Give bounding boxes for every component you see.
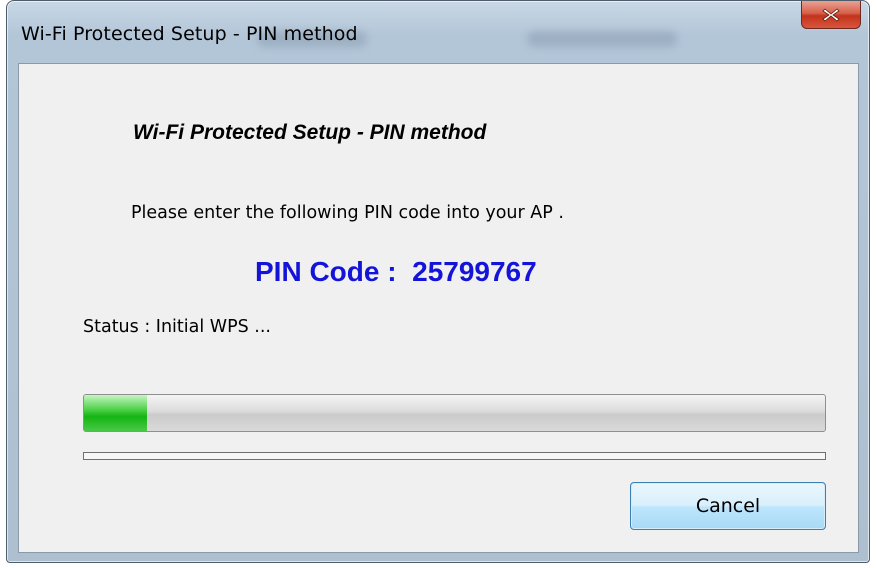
cancel-button[interactable]: Cancel [630,482,826,530]
status-text: Status : Initial WPS ... [83,317,271,337]
wps-progress-bar [83,394,826,432]
background-blur [527,31,677,47]
wps-pin-dialog-window: Wi-Fi Protected Setup - PIN method Wi-Fi… [6,0,870,563]
dialog-content: Wi-Fi Protected Setup - PIN method Pleas… [18,63,859,553]
close-button[interactable] [801,1,861,29]
dialog-heading: Wi-Fi Protected Setup - PIN method [133,121,487,144]
progress-fill [84,395,147,431]
instruction-text: Please enter the following PIN code into… [131,203,564,223]
pin-code-label: PIN Code : [255,256,397,287]
pin-code-display: PIN Code : 25799767 [255,256,537,288]
title-bar[interactable]: Wi-Fi Protected Setup - PIN method [7,1,869,63]
separator-line [83,452,826,460]
pin-code-value: 25799767 [412,256,537,287]
close-x-icon [822,7,840,22]
window-title: Wi-Fi Protected Setup - PIN method [21,23,358,45]
